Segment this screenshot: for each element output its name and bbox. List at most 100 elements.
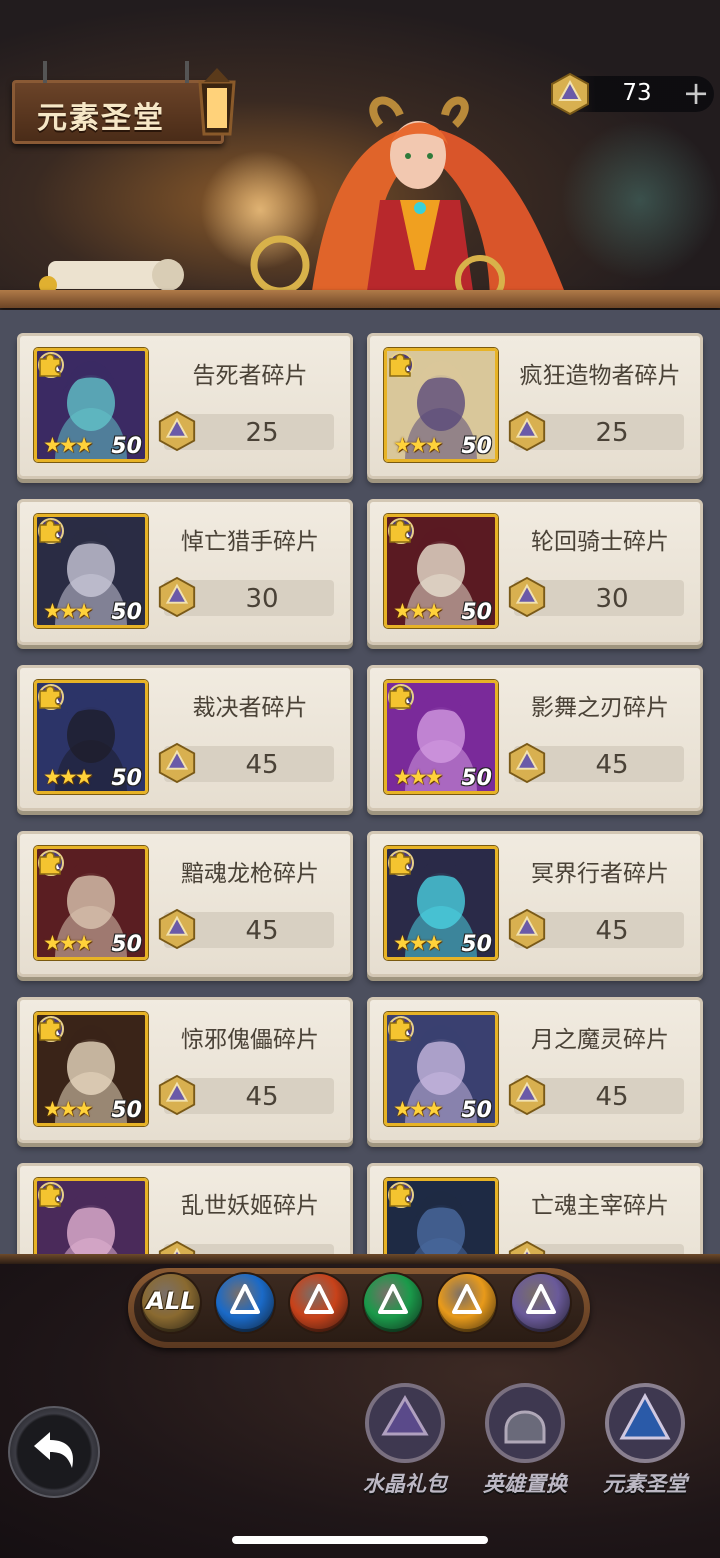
item-name: 疯狂造物者碎片: [519, 363, 681, 389]
price-box[interactable]: 30: [508, 576, 684, 618]
crystal-icon: [508, 410, 546, 452]
item-price: 45: [595, 750, 629, 780]
price-box[interactable]: 45: [508, 908, 684, 950]
item-name: 告死者碎片: [192, 363, 308, 389]
shop-item-card[interactable]: ★★★ 50 疯狂造物者碎片 25: [367, 333, 703, 479]
price-box[interactable]: 45: [158, 1074, 334, 1116]
currency-display: 73 +: [551, 72, 714, 116]
price-box[interactable]: 25: [508, 410, 684, 452]
filter-fire-button[interactable]: [290, 1274, 348, 1332]
item-price: 45: [595, 916, 629, 946]
shop-item-card[interactable]: ★★★ 50 月之魔灵碎片 45: [367, 997, 703, 1143]
shop-item-grid[interactable]: ★★★ 50 告死者碎片 25 ★★★ 50 疯狂造物者碎片 25 ★★★ 50…: [0, 310, 720, 1254]
price-box[interactable]: 30: [158, 576, 334, 618]
wind-element-icon: [378, 1284, 408, 1314]
price-box[interactable]: [508, 1240, 684, 1254]
crystal-icon: [508, 1074, 546, 1116]
hero-level: 50: [111, 766, 142, 791]
star-rating: ★★★: [393, 931, 444, 955]
shelf-divider: [0, 290, 720, 308]
hero-portrait: [384, 1178, 498, 1254]
item-name: 亡魂主宰碎片: [531, 1193, 669, 1219]
shop-item-card[interactable]: ★★★ 50 冥界行者碎片 45: [367, 831, 703, 977]
nav-crystal-gift[interactable]: 水晶礼包: [350, 1380, 460, 1500]
shop-item-card[interactable]: ★★★ 50 惊邪傀儡碎片 45: [17, 997, 353, 1143]
price-box[interactable]: [158, 1240, 334, 1254]
add-currency-button[interactable]: +: [680, 77, 712, 110]
star-rating: ★★★: [43, 765, 94, 789]
header-banner: 元素圣堂 73 +: [0, 0, 720, 310]
filter-light-button[interactable]: [438, 1274, 496, 1332]
price-box[interactable]: 45: [508, 742, 684, 784]
nav-hero-swap-label: 英雄置换: [483, 1472, 567, 1496]
shop-item-card[interactable]: 亡魂主宰碎片: [367, 1163, 703, 1254]
crystal-icon: [508, 742, 546, 784]
price-box[interactable]: 45: [158, 742, 334, 784]
puzzle-piece-icon: [39, 1017, 61, 1041]
hero-portrait: ★★★ 50: [384, 680, 498, 794]
nav-crystal-gift-label: 水晶礼包: [363, 1472, 447, 1496]
item-name: 裁决者碎片: [192, 695, 308, 721]
bottom-panel: ALL 水晶礼包 英雄置换 元素圣堂: [0, 1254, 720, 1558]
crystal-icon: [158, 576, 196, 618]
hero-portrait: ★★★ 50: [384, 846, 498, 960]
hero-level: 50: [461, 932, 492, 957]
hero-level: 50: [461, 1098, 492, 1123]
shop-item-card[interactable]: ★★★ 50 黯魂龙枪碎片 45: [17, 831, 353, 977]
hero-level: 50: [111, 932, 142, 957]
hero-portrait: ★★★ 50: [34, 348, 148, 462]
item-name: 乱世妖姬碎片: [181, 1193, 319, 1219]
element-temple-icon: [605, 1383, 685, 1463]
crystal-gift-icon: [365, 1383, 445, 1463]
nav-hero-swap[interactable]: 英雄置换: [470, 1380, 580, 1500]
crystal-icon: [508, 576, 546, 618]
puzzle-piece-icon: [389, 851, 411, 875]
shop-item-card[interactable]: ★★★ 50 裁决者碎片 45: [17, 665, 353, 811]
price-box[interactable]: 25: [158, 410, 334, 452]
hero-portrait: ★★★ 50: [384, 514, 498, 628]
price-box[interactable]: 45: [158, 908, 334, 950]
item-price: 25: [595, 418, 629, 448]
shop-item-card[interactable]: ★★★ 50 影舞之刃碎片 45: [367, 665, 703, 811]
item-price: 45: [245, 750, 279, 780]
back-arrow-icon: [34, 1432, 74, 1468]
filter-wind-button[interactable]: [364, 1274, 422, 1332]
back-button[interactable]: [8, 1406, 100, 1498]
crystal-icon: [158, 908, 196, 950]
shop-item-card[interactable]: ★★★ 50 告死者碎片 25: [17, 333, 353, 479]
nav-element-temple[interactable]: 元素圣堂: [590, 1380, 700, 1500]
puzzle-piece-icon: [389, 353, 411, 377]
crystal-icon: [158, 1240, 196, 1254]
filter-water-button[interactable]: [216, 1274, 274, 1332]
shop-item-card[interactable]: ★★★ 50 轮回骑士碎片 30: [367, 499, 703, 645]
featured-hero-art: [250, 96, 570, 305]
item-price: 45: [245, 916, 279, 946]
crystal-icon: [158, 410, 196, 452]
item-name: 惊邪傀儡碎片: [181, 1027, 319, 1053]
hero-portrait: ★★★ 50: [384, 1012, 498, 1126]
item-price: 45: [595, 1082, 629, 1112]
shop-item-card[interactable]: 乱世妖姬碎片: [17, 1163, 353, 1254]
item-price: 30: [595, 584, 629, 614]
dark-element-icon: [526, 1284, 556, 1314]
filter-dark-button[interactable]: [512, 1274, 570, 1332]
price-box[interactable]: 45: [508, 1074, 684, 1116]
hero-portrait: ★★★ 50: [384, 348, 498, 462]
puzzle-piece-icon: [39, 685, 61, 709]
hero-portrait: ★★★ 50: [34, 846, 148, 960]
puzzle-piece-icon: [39, 1183, 61, 1207]
crystal-icon: [508, 908, 546, 950]
hero-portrait: ★★★ 50: [34, 1012, 148, 1126]
filter-all-button[interactable]: ALL: [142, 1274, 200, 1332]
star-rating: ★★★: [43, 433, 94, 457]
chain-decoration: [185, 61, 189, 83]
crystal-icon: [158, 1074, 196, 1116]
water-element-icon: [230, 1284, 260, 1314]
home-indicator[interactable]: [232, 1536, 488, 1544]
star-rating: ★★★: [43, 931, 94, 955]
item-name: 悼亡猎手碎片: [181, 529, 319, 555]
nav-element-temple-label: 元素圣堂: [603, 1472, 687, 1496]
star-rating: ★★★: [393, 1097, 444, 1121]
hero-portrait: ★★★ 50: [34, 514, 148, 628]
shop-item-card[interactable]: ★★★ 50 悼亡猎手碎片 30: [17, 499, 353, 645]
